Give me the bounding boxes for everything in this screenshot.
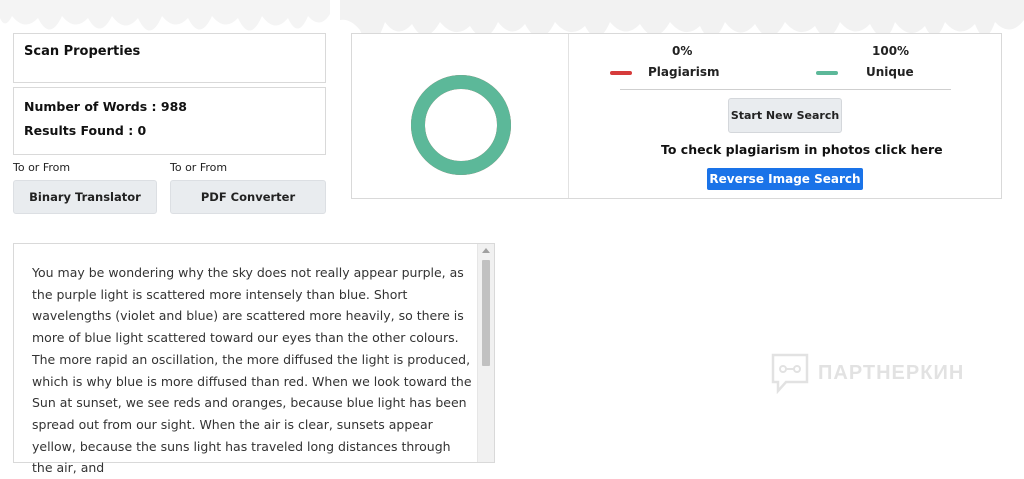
reverse-image-search-button[interactable]: Reverse Image Search [707,168,863,190]
scan-properties-box: Scan Properties [13,33,326,83]
result-panel: 0% 100% Plagiarism Unique Start New Sear… [351,33,1002,199]
plagiarism-percent: 0% [672,44,693,58]
plagiarism-legend-label: Plagiarism [648,65,720,79]
panel-divider [568,34,569,198]
scan-stats-box: Number of Words : 988 Results Found : 0 [13,87,326,155]
result-donut-chart [411,75,511,175]
panel-separator [620,89,951,90]
donut-unique-arc [411,75,511,175]
text-content-box[interactable]: You may be wondering why the sky does no… [13,243,495,475]
chat-bubble-icon [771,353,809,394]
plagiarism-legend-swatch [610,71,632,75]
pdf-converter-button[interactable]: PDF Converter [170,180,326,214]
tool-label-right: To or From [170,161,228,174]
unique-legend-label: Unique [866,65,914,79]
watermark-text: ПАРТНЕРКИН [818,361,965,384]
results-count: Results Found : 0 [24,123,147,138]
binary-translator-button[interactable]: Binary Translator [13,180,157,214]
photo-check-text: To check plagiarism in photos click here [661,142,943,157]
unique-percent: 100% [872,44,910,58]
scroll-thumb[interactable] [482,260,490,366]
scroll-up-icon[interactable] [482,248,490,253]
watermark: ПАРТНЕРКИН [770,352,964,394]
unique-legend-swatch [816,71,838,75]
start-new-search-button[interactable]: Start New Search [728,98,842,133]
text-scrollbar[interactable] [477,244,494,462]
text-content: You may be wondering why the sky does no… [32,265,472,476]
tool-label-left: To or From [13,161,71,174]
word-count: Number of Words : 988 [24,99,187,114]
scan-properties-title: Scan Properties [24,44,141,59]
